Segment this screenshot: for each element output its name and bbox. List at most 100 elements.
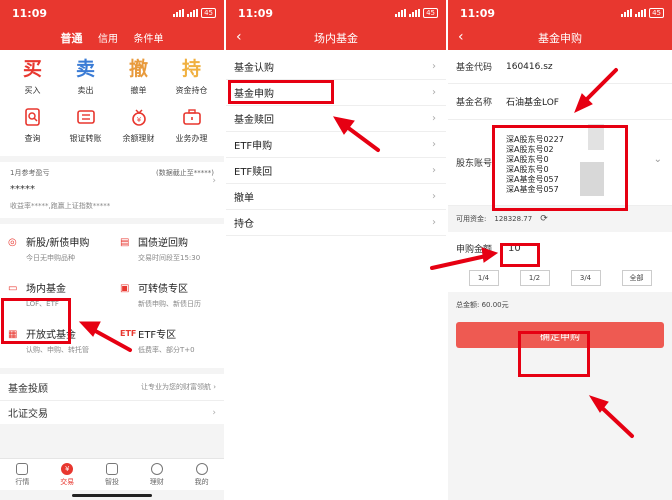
exchange-fund-item[interactable]: ▭ 场内基金 LOF、ETF <box>0 274 112 320</box>
bank-transfer-button[interactable]: 银证转账 <box>61 104 111 144</box>
menu-etf-purchase[interactable]: ETF申购 › <box>226 132 446 158</box>
menu-label: ETF申购 <box>234 141 273 152</box>
beijing-exchange-label: 北证交易 <box>8 409 48 420</box>
tab-market[interactable]: 行情 <box>0 459 45 490</box>
reverse-repo-item[interactable]: ▤ 国债逆回购 交易时间段至15:30 <box>112 228 224 274</box>
action-grid: 买 买入 卖 卖出 撤 撤单 持 资金持仓 查询 银证转账 ¥ 余额理财 业务办… <box>0 50 224 156</box>
purchase-amount-row[interactable]: 申购金额 10 <box>448 232 672 264</box>
status-bar: 11:09 45 <box>226 0 446 26</box>
chevron-right-icon: › <box>432 217 436 228</box>
yield-text: 收益率*****,跑赢上证指数***** <box>10 202 111 210</box>
menu-fund-subscription[interactable]: 基金认购 › <box>226 54 446 80</box>
menu-label: ETF赎回 <box>234 167 273 178</box>
holder-account-row[interactable]: 股东账号 深A股东号0227 深A股东号02 深A股东号0 深A股东号0 深A基… <box>448 120 672 206</box>
menu-fund-redeem[interactable]: 基金赎回 › <box>226 106 446 132</box>
open-fund-item[interactable]: ▦ 开放式基金 认购、申购、转托管 <box>0 320 112 366</box>
cancel-glyph: 撤 <box>128 58 148 80</box>
back-arrow-icon[interactable]: ‹ <box>236 29 242 45</box>
refresh-icon[interactable]: ⟳ <box>540 214 548 224</box>
holder-option[interactable]: 深A基金号057 <box>506 175 564 185</box>
trade-tabs: 普通 信用 条件单 <box>0 26 224 50</box>
etf-icon: ETF <box>120 329 137 338</box>
confirm-purchase-button[interactable]: 确定申购 <box>456 322 664 348</box>
nav-bar: ‹ 场内基金 <box>226 26 446 50</box>
available-funds-row: 可用资金: 128328.77 ⟳ <box>448 206 672 232</box>
tab-smart-label: 智投 <box>104 477 119 486</box>
sell-label: 卖出 <box>77 86 94 95</box>
holder-account-list[interactable]: 深A股东号0227 深A股东号02 深A股东号0 深A股东号0 深A基金号057… <box>506 131 564 195</box>
holder-option[interactable]: 深A股东号0 <box>506 155 564 165</box>
page-title: 基金申购 <box>538 32 582 45</box>
purchase-amount-input[interactable]: 10 <box>500 241 529 256</box>
signal-icon <box>395 9 407 17</box>
service-grid: ◎ 新股/新债申购 今日无申购品种 ▤ 国债逆回购 交易时间段至15:30 ▭ 场内… <box>0 224 224 368</box>
holder-option[interactable]: 深A基金号057 <box>506 185 564 195</box>
account-summary[interactable]: 1月参考盈亏 (数据截止至*****) ***** 收益率*****,跑赢上证指… <box>0 162 224 218</box>
pnl-period[interactable]: 1月参考盈亏 <box>10 168 49 178</box>
half-button[interactable]: 1/2 <box>519 270 550 286</box>
fund-code-row[interactable]: 基金代码 160416.sz <box>448 50 672 84</box>
bond-title: 可转债专区 <box>138 284 188 295</box>
status-bar: 11:09 45 <box>448 0 672 26</box>
holder-option[interactable]: 深A股东号02 <box>506 145 564 155</box>
etf-title: ETF专区 <box>138 330 177 341</box>
ipo-subscribe-item[interactable]: ◎ 新股/新债申购 今日无申购品种 <box>0 228 112 274</box>
advisor-title: 基金投顾 <box>8 383 48 395</box>
status-time: 11:09 <box>460 6 496 20</box>
menu-cancel-order[interactable]: 撤单 › <box>226 184 446 210</box>
repo-sub: 交易时间段至15:30 <box>138 254 201 262</box>
buy-button[interactable]: 买 买入 <box>8 56 58 96</box>
three-quarter-button[interactable]: 3/4 <box>570 270 601 286</box>
data-date-note: (数据截止至*****) <box>156 169 214 177</box>
fund-advisor-row[interactable]: 基金投顾 让专业为您的财富领航 › <box>0 374 224 400</box>
privacy-blur <box>580 162 604 196</box>
holder-option[interactable]: 深A股东号0227 <box>506 135 564 145</box>
chevron-down-icon[interactable]: ⌄ <box>654 154 662 165</box>
menu-fund-purchase[interactable]: 基金申购 › <box>226 80 446 106</box>
menu-label: 基金申购 <box>234 89 274 100</box>
nav-bar: ‹ 基金申购 <box>448 26 672 50</box>
tab-finance[interactable]: 理财 <box>134 459 179 490</box>
tab-conditional[interactable]: 条件单 <box>134 34 164 45</box>
menu-label: 基金赎回 <box>234 115 274 126</box>
menu-etf-redeem[interactable]: ETF赎回 › <box>226 158 446 184</box>
buy-label: 买入 <box>24 86 41 95</box>
yuan-icon: ¥ <box>61 462 74 475</box>
chevron-right-icon: › <box>432 191 436 202</box>
business-button[interactable]: 业务办理 <box>167 104 217 144</box>
holdings-label: 资金持仓 <box>175 86 208 95</box>
svg-text:¥: ¥ <box>136 116 141 124</box>
tab-market-label: 行情 <box>15 477 30 486</box>
amount-fraction-buttons: 1/4 1/2 3/4 全部 <box>448 264 672 292</box>
chat-icon <box>105 462 118 475</box>
chevron-right-icon: › <box>212 176 216 186</box>
ipo-icon: ◎ <box>8 237 17 248</box>
tab-trade[interactable]: ¥ 交易 <box>45 459 90 490</box>
fund-code-value[interactable]: 160416.sz <box>506 62 553 72</box>
holdings-button[interactable]: 持 资金持仓 <box>167 56 217 96</box>
convertible-bond-item[interactable]: ▣ 可转债专区 新债申购、新债日历 <box>112 274 224 320</box>
tab-me[interactable]: 我的 <box>179 459 224 490</box>
query-button[interactable]: 查询 <box>8 104 58 144</box>
holder-option[interactable]: 深A股东号0 <box>506 165 564 175</box>
bank-transfer-icon <box>76 110 95 124</box>
status-bar: 11:09 45 <box>0 0 224 26</box>
exchange-fund-title: 场内基金 <box>26 284 66 295</box>
back-arrow-icon[interactable]: ‹ <box>458 29 464 45</box>
all-button[interactable]: 全部 <box>621 270 652 286</box>
masked-value: ***** <box>10 184 35 195</box>
sell-button[interactable]: 卖 卖出 <box>61 56 111 96</box>
quarter-button[interactable]: 1/4 <box>468 270 499 286</box>
balance-finance-button[interactable]: ¥ 余额理财 <box>114 104 164 144</box>
menu-holdings[interactable]: 持仓 › <box>226 210 446 236</box>
status-time: 11:09 <box>238 6 274 20</box>
tab-smart-invest[interactable]: 智投 <box>90 459 135 490</box>
cancel-order-button[interactable]: 撤 撤单 <box>114 56 164 96</box>
tab-trade-label: 交易 <box>60 477 75 486</box>
etf-zone-item[interactable]: ETF ETF专区 低费率、部分T+0 <box>112 320 224 366</box>
chevron-right-icon: › <box>432 165 436 176</box>
beijing-exchange-row[interactable]: 北证交易 › <box>0 400 224 424</box>
tab-normal[interactable]: 普通 <box>61 32 83 45</box>
tab-credit[interactable]: 信用 <box>98 34 118 45</box>
chevron-right-icon: › <box>432 139 436 150</box>
